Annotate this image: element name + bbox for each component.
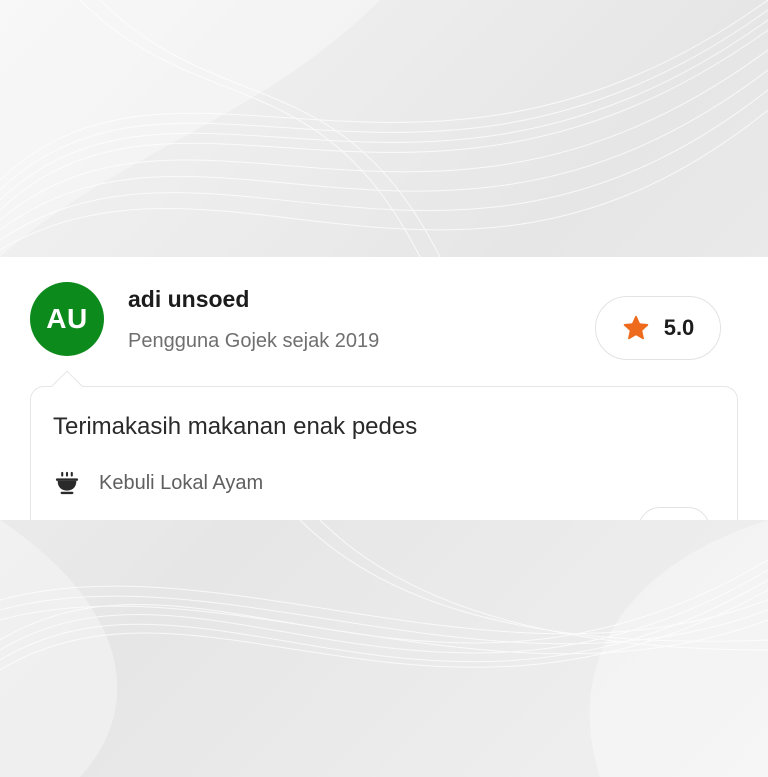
reviewer-name: adi unsoed [128, 286, 250, 312]
dish-name: Kebuli Lokal Ayam [99, 471, 264, 494]
partially-visible-button[interactable] [638, 507, 710, 520]
avatar: AU [30, 282, 104, 356]
rating-value: 5.0 [663, 315, 695, 340]
review-card: AU adi unsoed Pengguna Gojek sejak 2019 … [0, 257, 768, 520]
star-icon [623, 315, 648, 340]
food-bowl-icon [55, 471, 79, 495]
review-comment-bubble: Terimakasih makanan enak pedes Kebuli Lo… [30, 386, 738, 520]
reviewer-member-since: Pengguna Gojek sejak 2019 [128, 330, 380, 352]
ordered-dish: Kebuli Lokal Ayam [53, 469, 263, 497]
review-comment-text: Terimakasih makanan enak pedes [53, 413, 418, 440]
avatar-initials: AU [46, 303, 88, 334]
rating-badge: 5.0 [595, 296, 721, 360]
